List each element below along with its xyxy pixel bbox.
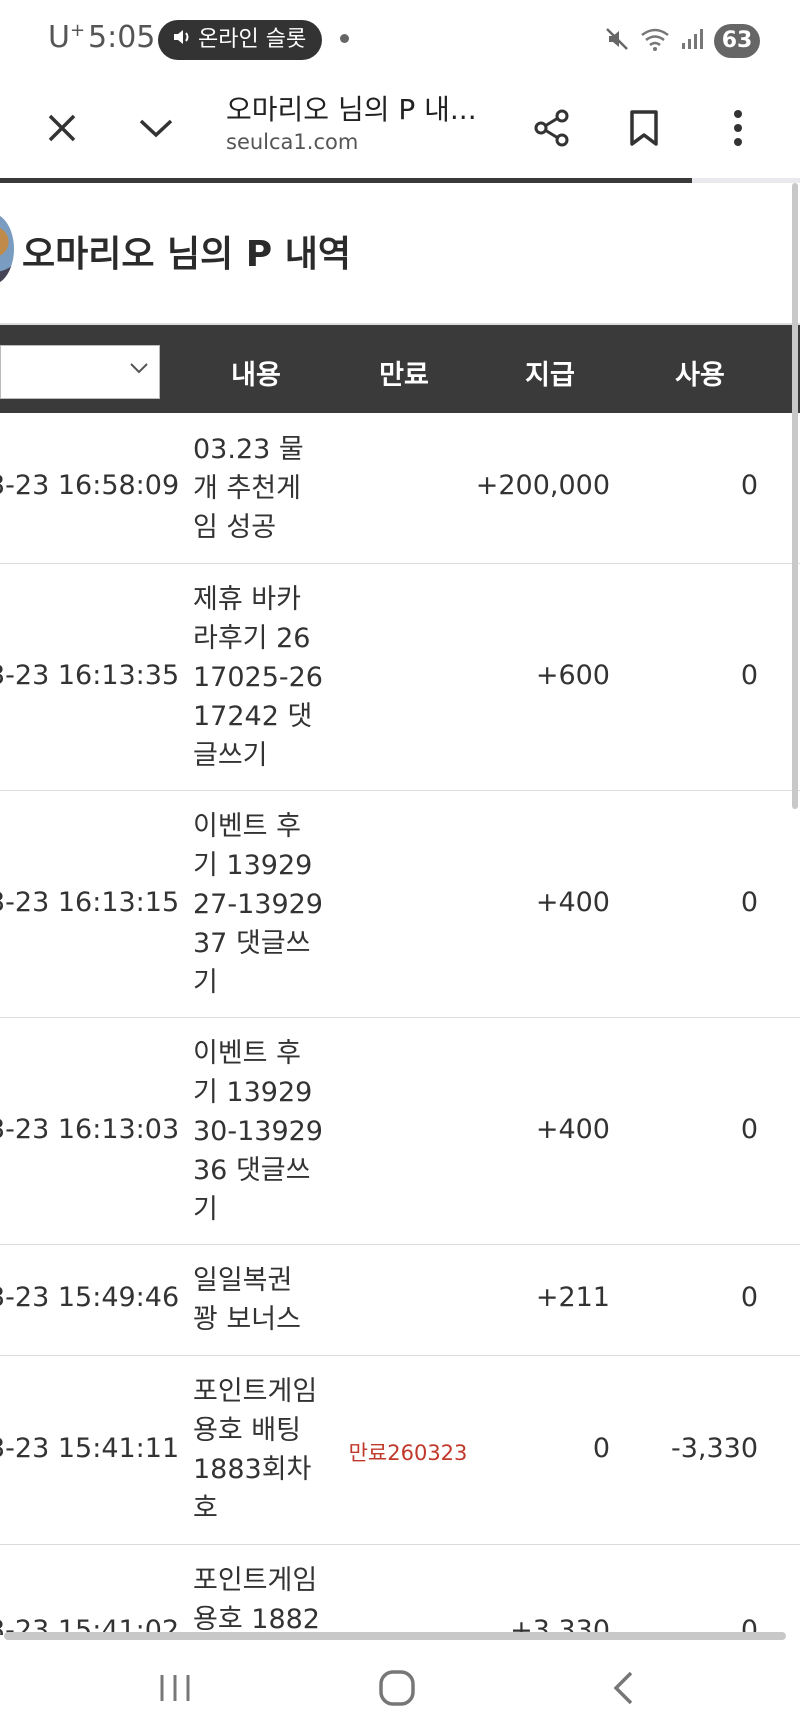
page-content: 오마리오 님의 P 내역 내용 만료 지급 사용 3-23 16:58:09 0… (0, 183, 800, 1635)
home-icon[interactable] (362, 1658, 432, 1718)
row-paid: +400 (535, 1114, 610, 1145)
system-nav-bar (0, 1640, 800, 1734)
row-used: 0 (740, 470, 758, 501)
clock: 5:05 (88, 20, 156, 55)
close-icon[interactable] (32, 98, 92, 158)
chevron-down-icon (129, 360, 149, 379)
notification-pill-label: 온라인 슬롯 (198, 27, 307, 52)
row-used: 0 (740, 1114, 758, 1145)
row-desc: 포인트게임 용호 배팅 1883회차 호 (193, 1376, 318, 1524)
page-tab-title[interactable]: 오마리오 님의 P 내... (226, 88, 477, 128)
page-title: 오마리오 님의 P 내역 (22, 234, 351, 275)
status-icons: 63 (604, 22, 760, 60)
recent-apps-icon[interactable] (140, 1658, 210, 1718)
url-domain[interactable]: seulca1.com (226, 130, 358, 154)
row-desc: 포인트게임 용호 1882 (193, 1565, 320, 1635)
row-paid: +600 (535, 660, 610, 691)
battery-icon: 63 (714, 24, 760, 58)
row-desc: 03.23 물개 추천게임 성공 (193, 434, 304, 543)
wifi-icon (640, 26, 670, 56)
header-content: 내용 (231, 360, 281, 391)
row-date: 3-23 15:49:46 (0, 1282, 180, 1313)
table-row: 3-23 16:13:15 이벤트 후기 1392927-1392937 댓글쓰… (0, 791, 800, 1018)
back-icon[interactable] (588, 1658, 658, 1718)
bookmark-icon[interactable] (614, 98, 674, 158)
header-used: 사용 (675, 360, 725, 391)
row-date: 3-23 16:13:15 (0, 887, 180, 918)
mute-icon (604, 26, 630, 56)
header-expiry: 만료 (379, 360, 429, 391)
row-date: 3-23 16:58:09 (0, 470, 180, 501)
more-vert-icon[interactable] (708, 98, 768, 158)
row-date: 3-23 15:41:11 (0, 1433, 180, 1464)
notification-pill[interactable]: 온라인 슬롯 (158, 20, 322, 60)
vertical-scrollbar[interactable] (792, 183, 798, 809)
horizontal-scrollbar[interactable] (4, 1632, 786, 1640)
row-date: 3-23 16:13:03 (0, 1114, 180, 1145)
table-header: 내용 만료 지급 사용 (0, 325, 800, 413)
row-used: 0 (740, 887, 758, 918)
row-date: 3-23 16:13:35 (0, 660, 180, 691)
avatar (0, 213, 14, 285)
row-used: 0 (740, 660, 758, 691)
browser-toolbar: 오마리오 님의 P 내... seulca1.com (0, 80, 800, 178)
row-paid: +400 (535, 887, 610, 918)
table-row: 3-23 16:13:03 이벤트 후기 1392930-1392936 댓글쓰… (0, 1018, 800, 1245)
notification-dot (340, 34, 349, 43)
row-desc: 이벤트 후기 1392927-1392937 댓글쓰기 (193, 811, 323, 998)
row-paid: 0 (592, 1433, 610, 1464)
share-icon[interactable] (522, 98, 582, 158)
table-row: 3-23 16:13:35 제휴 바카라후기 2617025-2617242 댓… (0, 564, 800, 791)
speaker-icon (172, 20, 192, 60)
header-paid: 지급 (525, 360, 575, 391)
table-row: 3-23 15:41:11 포인트게임 용호 배팅 1883회차 호 만료260… (0, 1356, 800, 1545)
table-row: 3-23 15:49:46 일일복권 꽝 보너스 +211 0 (0, 1245, 800, 1356)
filter-select[interactable] (0, 345, 160, 399)
row-desc: 일일복권 꽝 보너스 (193, 1265, 301, 1335)
row-used: -3,330 (670, 1433, 758, 1464)
table-row: 3-23 15:41:02 포인트게임 용호 1882 +3,330 0 (0, 1545, 800, 1635)
carrier-label: U+ (48, 20, 86, 55)
row-used: 0 (740, 1282, 758, 1313)
table-row: 3-23 16:58:09 03.23 물개 추천게임 성공 +200,000 … (0, 413, 800, 564)
signal-icon (680, 27, 704, 55)
row-expiry: 만료260323 (348, 1441, 468, 1465)
row-paid: +211 (535, 1282, 610, 1313)
row-desc: 제휴 바카라후기 2617025-2617242 댓글쓰기 (193, 584, 323, 771)
row-paid: +200,000 (475, 470, 610, 501)
row-desc: 이벤트 후기 1392930-1392936 댓글쓰기 (193, 1038, 323, 1225)
chevron-down-icon[interactable] (126, 98, 186, 158)
status-bar: U+ 5:05 온라인 슬롯 63 (0, 0, 800, 80)
